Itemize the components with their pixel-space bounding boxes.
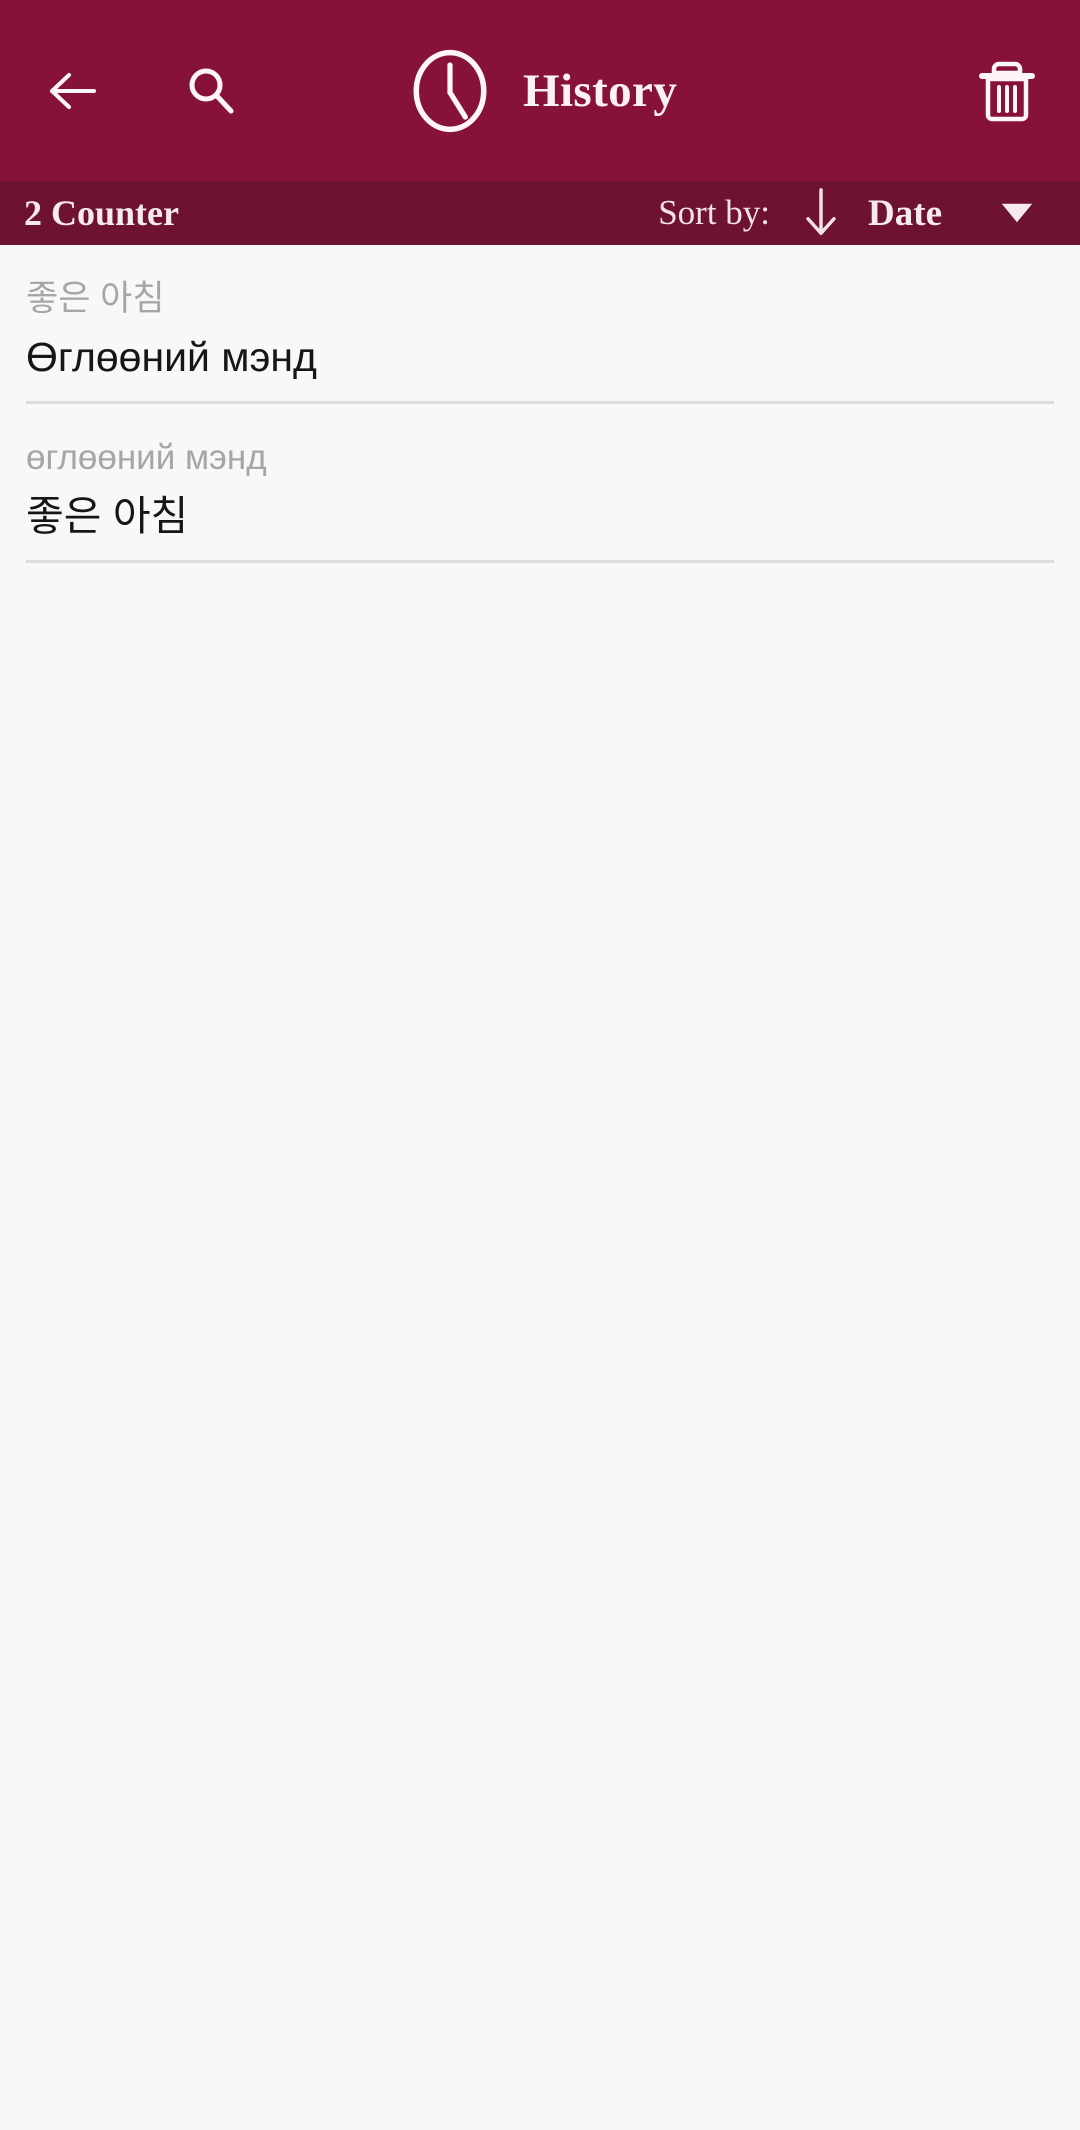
back-button[interactable]	[26, 45, 118, 137]
history-item-result-text: 좋은 아침	[26, 493, 189, 539]
title-group: History	[404, 45, 677, 137]
history-item-source-text: өглөөний мэнд	[26, 438, 267, 477]
app-bar: History	[0, 0, 1080, 181]
delete-history-button[interactable]	[961, 44, 1053, 136]
arrow-down-icon[interactable]	[798, 187, 844, 239]
history-item-source-text: 좋은 아침	[26, 279, 165, 318]
search-button[interactable]	[164, 45, 256, 137]
sort-control[interactable]: Sort by: Date	[658, 187, 1056, 239]
history-item[interactable]: өглөөний мэнд 좋은 아침	[0, 404, 1080, 563]
caret-down-icon[interactable]	[1000, 202, 1034, 224]
search-icon	[189, 68, 234, 113]
clock-icon	[413, 49, 487, 132]
history-item-result-text: Өглөөний мэнд	[26, 334, 317, 380]
sort-by-label: Sort by:	[658, 193, 771, 232]
history-item[interactable]: 좋은 아침 Өглөөний мэнд	[0, 245, 1080, 404]
history-list: 좋은 아침 Өглөөний мэнд өглөөний мэнд 좋은 아침	[0, 245, 1080, 2130]
arrow-left-icon	[50, 72, 96, 109]
counter-label: 2 Counter	[24, 193, 179, 233]
trash-icon	[979, 61, 1035, 122]
list-divider	[26, 560, 1054, 563]
history-screen: History 2 Counter Sort by: Date 좋은 아침 Өг…	[0, 0, 1080, 2130]
page-title: History	[523, 64, 678, 117]
sort-bar: 2 Counter Sort by: Date	[0, 181, 1080, 245]
sort-value[interactable]: Date	[868, 192, 942, 235]
